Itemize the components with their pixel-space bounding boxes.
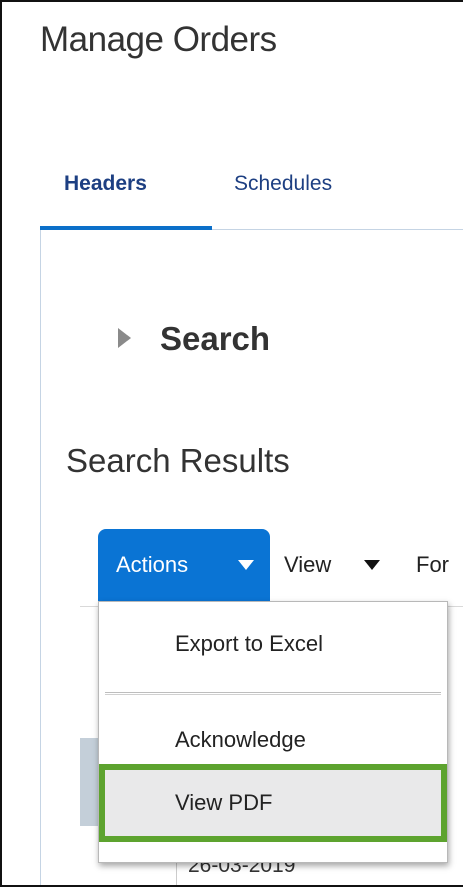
menu-separator [105,692,441,694]
format-button-label: For [416,552,449,577]
actions-button-label: Actions [116,552,189,577]
menu-item-view-pdf[interactable]: View PDF [99,764,447,842]
screen-frame: Manage Orders Headers Schedules Search S… [0,0,463,887]
caret-down-icon [364,560,380,570]
actions-menu-button[interactable]: Actions [98,529,270,601]
disclosure-collapsed-icon [118,328,131,348]
format-menu-button[interactable]: For [416,529,449,601]
view-menu-button[interactable]: View [284,529,394,601]
view-button-label: View [284,552,332,577]
caret-down-icon [238,560,254,570]
tab-schedules[interactable]: Schedules [234,166,332,230]
actions-dropdown-menu: Export to Excel Acknowledge View PDF [98,601,448,863]
tab-headers[interactable]: Headers [40,166,212,230]
search-results-title: Search Results [66,442,290,479]
search-section-title: Search [160,320,271,357]
tab-schedules-label: Schedules [234,172,333,195]
tab-bar: Headers Schedules [40,166,463,230]
tab-headers-label: Headers [64,172,147,195]
menu-item-export-to-excel[interactable]: Export to Excel [99,602,447,682]
results-toolbar: Actions View For [98,529,463,601]
page-title: Manage Orders [40,20,277,59]
